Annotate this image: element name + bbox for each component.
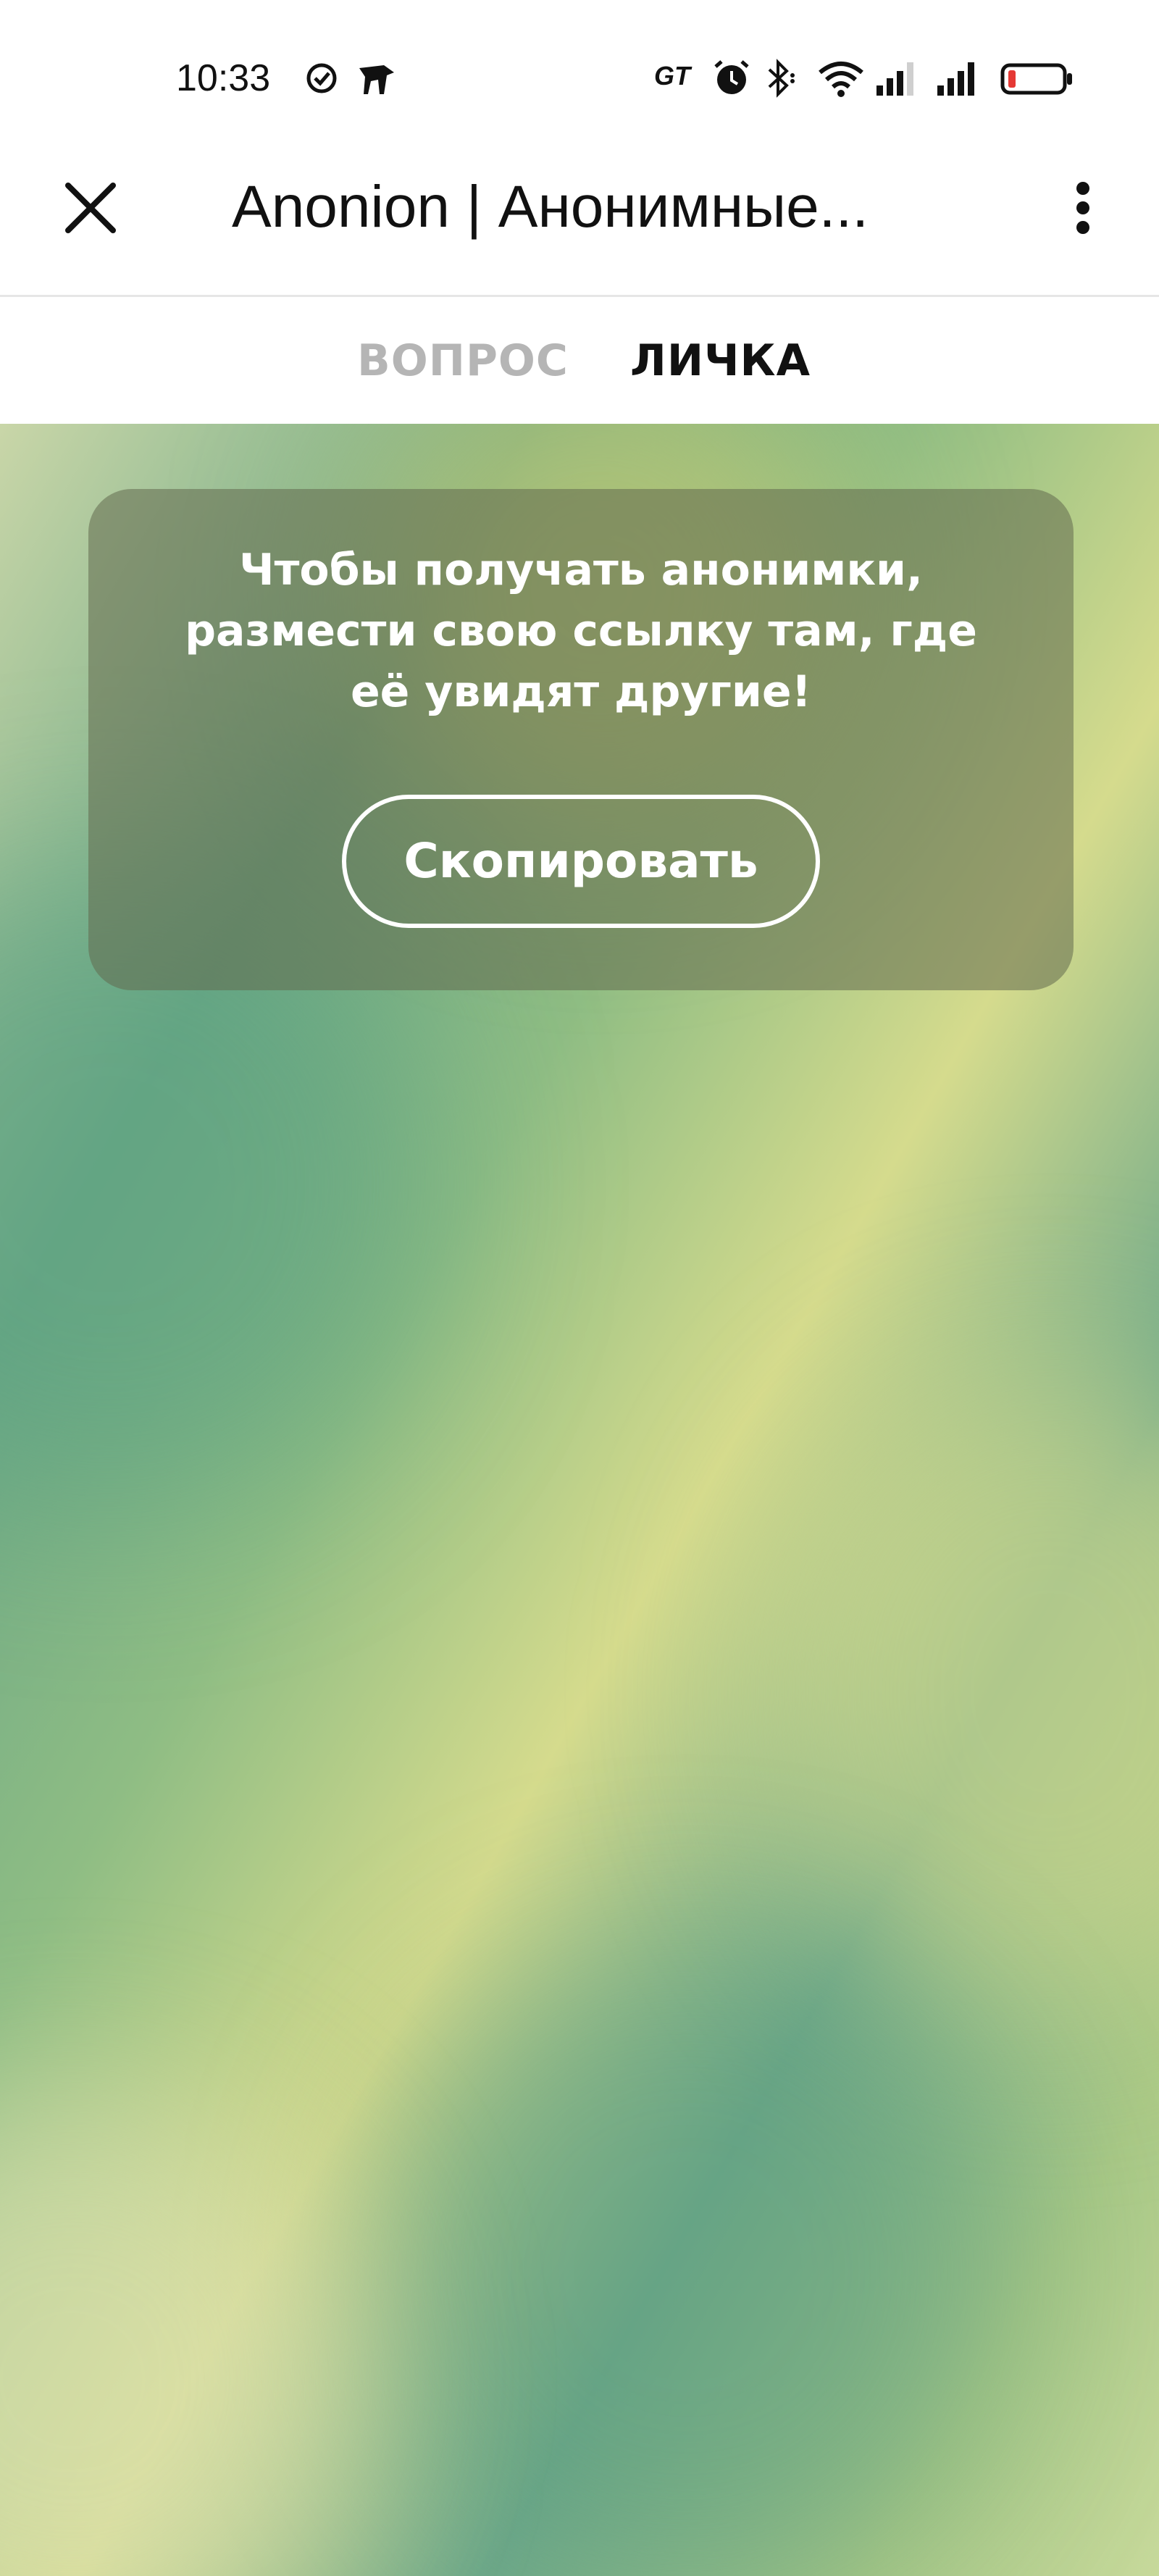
network-label: GT [654,61,690,91]
share-link-card: Чтобы получать анонимки, размести свою с… [88,489,1074,990]
background-glow [761,1366,1159,2017]
page-title: Anonion | Анонимные... [232,174,869,240]
message-line: размести свою ссылку там, где [185,606,977,656]
bluetooth-icon [762,58,798,99]
message-line: Чтобы получать анонимки, [239,545,923,595]
battery-low-icon [1000,58,1075,99]
app-header: Anonion | Анонимные... [0,145,1159,297]
status-time: 10:33 [176,57,271,99]
check-circle-icon [304,58,339,99]
status-bar: 10:33 GT [0,0,1159,145]
tab-private[interactable]: ЛИЧКА [630,333,811,388]
background-glow [362,1945,1014,2576]
more-menu-button[interactable] [1058,175,1108,241]
copy-link-button[interactable]: Скопировать [342,795,820,928]
signal-icon [934,58,981,99]
more-vertical-icon [1076,182,1089,234]
content-area: Чтобы получать анонимки, размести свою с… [0,424,1159,2576]
message-line: её увидят другие! [350,666,811,717]
pet-icon [355,58,398,99]
tab-bar: ВОПРОС ЛИЧКА [0,297,1159,424]
share-link-message: Чтобы получать анонимки, размести свою с… [132,540,1030,722]
close-button[interactable] [58,175,123,241]
wifi-icon [817,58,865,99]
background-glow [0,2090,362,2576]
tab-question[interactable]: ВОПРОС [357,333,569,388]
close-icon [65,183,116,233]
signal-icon [874,58,920,99]
alarm-icon [711,58,752,99]
